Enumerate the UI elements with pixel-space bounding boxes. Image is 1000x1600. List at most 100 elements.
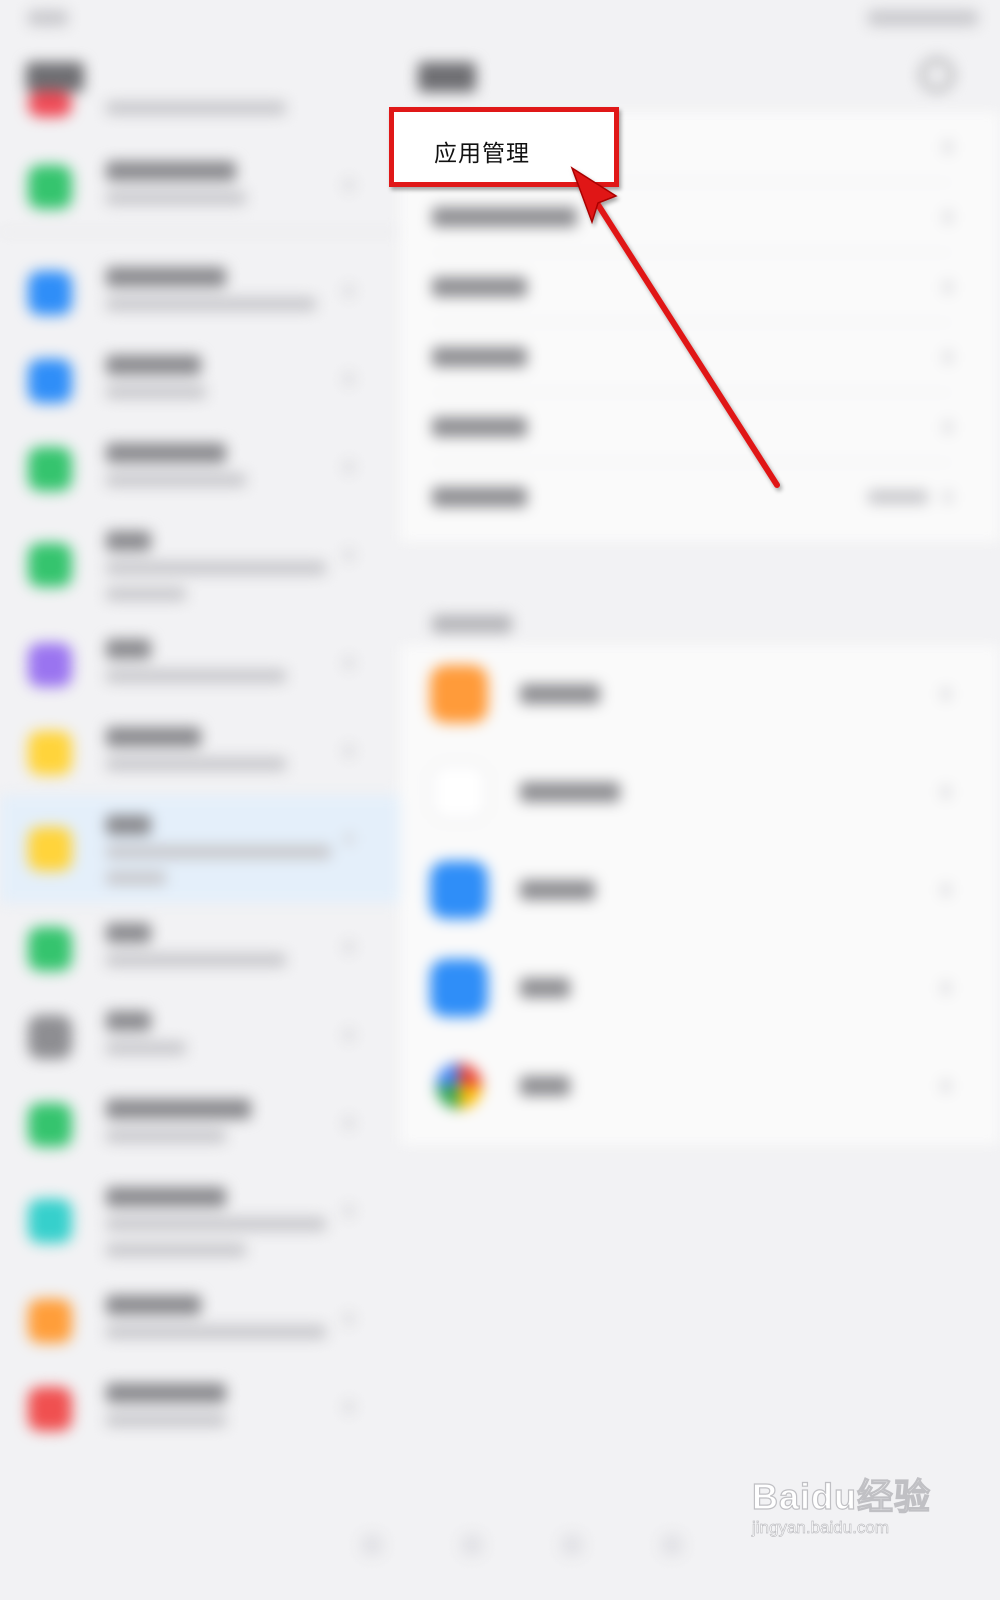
app-name (520, 684, 600, 704)
sidebar-item-title (106, 639, 151, 659)
sidebar-item[interactable] (0, 991, 400, 1079)
app-icon (430, 861, 488, 919)
blurred-background (0, 0, 1000, 1600)
app-name (520, 978, 570, 998)
sidebar-item[interactable] (0, 903, 400, 991)
detail-title (418, 62, 476, 92)
sidebar-item-subtitle (106, 561, 326, 575)
app-icon (28, 1199, 72, 1243)
sidebar-item[interactable] (0, 141, 400, 229)
sidebar-item-subtitle (106, 1041, 186, 1055)
app-row[interactable] (430, 939, 950, 1037)
sidebar-item-title (106, 531, 151, 551)
chevron-right-icon (944, 421, 952, 433)
sidebar-item-title (106, 727, 201, 747)
app-icon (28, 271, 72, 315)
chevron-right-icon (345, 179, 353, 191)
app-icon (28, 1015, 72, 1059)
sidebar-item[interactable] (0, 1275, 400, 1363)
sidebar-item-subtitle (106, 953, 286, 967)
chevron-right-icon (345, 941, 353, 953)
sidebar-item[interactable] (0, 91, 400, 141)
sidebar-item[interactable] (0, 619, 400, 707)
settings-row[interactable] (432, 462, 952, 532)
chevron-right-icon (942, 1080, 950, 1092)
sidebar-item-subtitle (106, 1413, 226, 1427)
recents-icon[interactable] (560, 1533, 584, 1557)
chevron-right-icon (345, 657, 353, 669)
app-management-highlight[interactable]: 应用管理 (389, 107, 619, 187)
section-label (432, 615, 512, 633)
chevron-right-icon (345, 373, 353, 385)
row-value (868, 490, 928, 504)
sidebar-item[interactable] (0, 247, 400, 335)
sidebar-item[interactable] (0, 1363, 400, 1451)
sidebar-item-subtitle (106, 845, 331, 859)
app-row[interactable] (430, 743, 950, 841)
nav-extra-icon[interactable] (660, 1533, 684, 1557)
back-icon[interactable] (360, 1533, 384, 1557)
app-icon (28, 1103, 72, 1147)
sidebar-item[interactable] (0, 511, 400, 619)
detail-pane (400, 40, 1000, 1600)
app-list (400, 645, 1000, 1145)
sidebar-item[interactable] (0, 707, 400, 795)
settings-row[interactable] (432, 322, 952, 393)
sidebar-item-title (106, 1011, 151, 1031)
sidebar-item-subtitle (106, 297, 316, 311)
chevron-right-icon (944, 281, 952, 293)
sidebar-item-subtitle (106, 101, 286, 115)
app-icon (28, 447, 72, 491)
app-icon (430, 763, 488, 821)
sidebar-item-subtitle (106, 1325, 326, 1339)
search-icon[interactable] (920, 58, 954, 92)
app-icon (436, 1063, 482, 1109)
app-icon (28, 165, 72, 209)
settings-row[interactable] (432, 392, 952, 463)
sidebar-item-subtitle (106, 757, 286, 771)
chevron-right-icon (345, 1401, 353, 1413)
sidebar-item-title (106, 355, 201, 375)
chevron-right-icon (345, 1313, 353, 1325)
watermark-url: jingyan.baidu.com (752, 1518, 890, 1538)
settings-row[interactable] (432, 252, 952, 323)
chevron-right-icon (345, 1117, 353, 1129)
sidebar-item-title (106, 1383, 226, 1403)
chevron-right-icon (944, 141, 952, 153)
app-row[interactable] (430, 1037, 950, 1135)
sidebar-item-title (106, 1099, 251, 1119)
app-icon (430, 665, 488, 723)
chevron-right-icon (345, 1029, 353, 1041)
app-management-label: 应用管理 (434, 140, 530, 166)
chevron-right-icon (345, 549, 353, 561)
chevron-right-icon (944, 351, 952, 363)
sidebar-item-title (106, 161, 236, 181)
sidebar-item[interactable] (0, 1167, 400, 1275)
sidebar-item-title (106, 815, 151, 835)
app-icon (28, 643, 72, 687)
chevron-right-icon (345, 833, 353, 845)
chevron-right-icon (345, 461, 353, 473)
sidebar-title (26, 62, 84, 92)
sidebar-item[interactable] (0, 423, 400, 511)
app-name (520, 1076, 570, 1096)
sidebar-item-title (106, 443, 226, 463)
sidebar-item-selected[interactable] (0, 795, 400, 903)
home-icon[interactable] (460, 1533, 484, 1557)
sidebar-item[interactable] (0, 1079, 400, 1167)
settings-row[interactable] (432, 182, 952, 253)
app-row[interactable] (430, 645, 950, 743)
app-icon (28, 91, 72, 117)
sidebar-item[interactable] (0, 335, 400, 423)
sidebar-item-subtitle (106, 385, 206, 399)
row-label (432, 277, 527, 297)
row-label (432, 417, 527, 437)
app-name (520, 782, 620, 802)
app-icon (430, 959, 488, 1017)
sidebar-item-title (106, 923, 151, 943)
sidebar-item-title (106, 267, 226, 287)
app-row[interactable] (430, 841, 950, 939)
chevron-right-icon (942, 982, 950, 994)
chevron-right-icon (944, 211, 952, 223)
chevron-right-icon (942, 786, 950, 798)
